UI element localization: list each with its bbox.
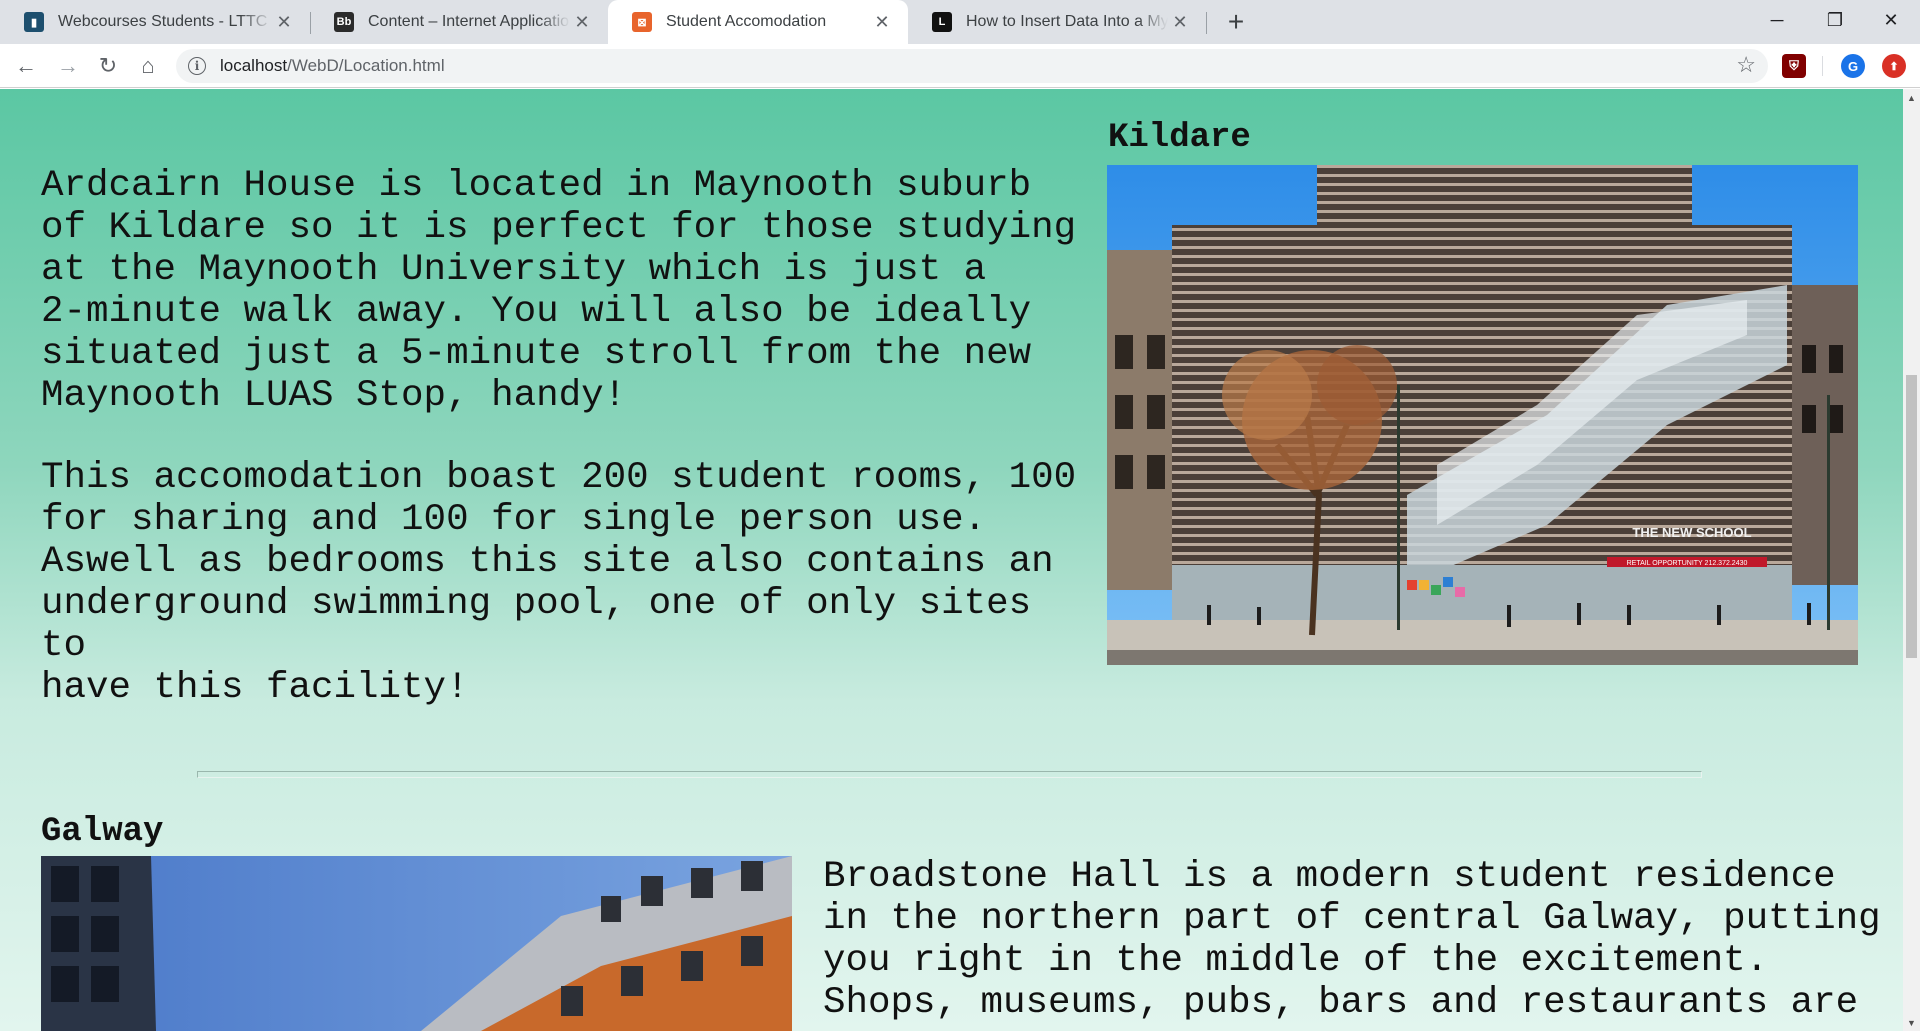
forward-icon[interactable]: → <box>52 50 84 82</box>
kildare-heading: Kildare <box>1108 119 1251 157</box>
close-icon[interactable]: ✕ <box>272 10 296 34</box>
tab-mysql-insert[interactable]: L How to Insert Data Into a MySQL ✕ <box>908 0 1206 44</box>
ublock-extension-icon[interactable]: ⛨ <box>1782 54 1806 78</box>
tab-title: Student Accomodation <box>666 13 827 30</box>
lifewire-favicon-icon: L <box>932 12 952 32</box>
reload-icon[interactable]: ↻ <box>92 50 124 82</box>
kildare-paragraph-1: Ardcairn House is located in Maynooth su… <box>41 165 1077 417</box>
svg-text:RETAIL OPPORTUNITY 212.372.243: RETAIL OPPORTUNITY 212.372.2430 <box>1627 560 1748 567</box>
back-icon[interactable]: ← <box>10 50 42 82</box>
browser-toolbar: ← → ↻ ⌂ i localhost/WebD/Location.html ☆… <box>0 44 1920 88</box>
kildare-paragraph-2: This accomodation boast 200 student room… <box>41 457 1077 709</box>
scroll-down-icon[interactable]: ▼ <box>1903 1014 1920 1031</box>
address-bar[interactable]: i localhost/WebD/Location.html ☆ <box>176 49 1768 83</box>
close-icon[interactable]: ✕ <box>570 10 594 34</box>
scroll-up-icon[interactable]: ▲ <box>1903 89 1920 106</box>
tab-title: Content – Internet Application and <box>368 13 570 30</box>
galway-heading: Galway <box>41 813 164 851</box>
webcourses-favicon-icon: ▮ <box>24 12 44 32</box>
page-scrollbar[interactable]: ▲ ▼ <box>1903 89 1920 1031</box>
tab-title: How to Insert Data Into a MySQL <box>966 13 1168 30</box>
tab-webcourses[interactable]: ▮ Webcourses Students - LTTC ✕ <box>0 0 310 44</box>
minimize-icon[interactable]: ─ <box>1748 0 1806 40</box>
window-close-icon[interactable]: ✕ <box>1862 0 1920 40</box>
close-icon[interactable]: ✕ <box>1168 10 1192 34</box>
page-viewport: Kildare Ardcairn House is located in May… <box>0 89 1903 1031</box>
kildare-building-photo: RETAIL OPPORTUNITY 212.372.2430 THE NEW … <box>1107 165 1858 665</box>
profile-avatar-icon[interactable]: G <box>1841 54 1865 78</box>
galway-paragraph: Broadstone Hall is a modern student resi… <box>823 856 1881 1024</box>
blackboard-favicon-icon: Bb <box>334 12 354 32</box>
new-tab-icon[interactable]: + <box>1220 6 1252 38</box>
update-alert-icon[interactable]: ⬆ <box>1882 54 1906 78</box>
galway-building-photo <box>41 856 792 1031</box>
bookmark-star-icon[interactable]: ☆ <box>1736 52 1756 78</box>
tab-strip: ▮ Webcourses Students - LTTC ✕ Bb Conten… <box>0 0 1920 44</box>
xampp-favicon-icon: ⊠ <box>632 12 652 32</box>
scrollbar-thumb[interactable] <box>1906 375 1917 658</box>
tab-title: Webcourses Students - LTTC <box>58 13 268 30</box>
url-text[interactable]: localhost/WebD/Location.html <box>220 56 445 76</box>
tab-student-accomodation[interactable]: ⊠ Student Accomodation ✕ <box>608 0 908 44</box>
section-divider <box>197 771 1702 778</box>
tab-blackboard[interactable]: Bb Content – Internet Application and ✕ <box>310 0 608 44</box>
home-icon[interactable]: ⌂ <box>132 50 164 82</box>
site-info-icon[interactable]: i <box>188 57 206 75</box>
svg-text:THE NEW SCHOOL: THE NEW SCHOOL <box>1632 525 1751 540</box>
close-icon[interactable]: ✕ <box>870 10 894 34</box>
restore-icon[interactable]: ❐ <box>1806 0 1864 40</box>
